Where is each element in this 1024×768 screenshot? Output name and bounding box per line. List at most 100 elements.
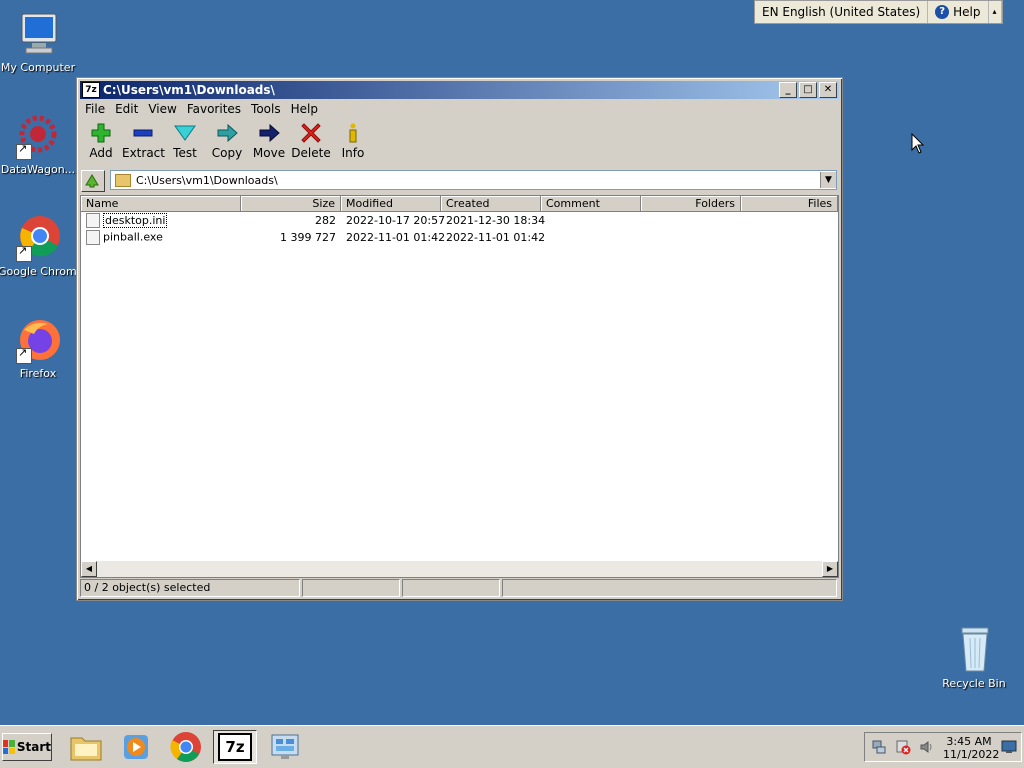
mouse-cursor-icon [911,133,925,154]
taskbar: Start 7z 3:45 AM 11/1/2022 [0,725,1024,768]
my-computer-icon [14,10,62,58]
maximize-button[interactable]: □ [799,82,817,98]
column-header-folders[interactable]: Folders [641,196,741,212]
shortcut-arrow-icon [16,142,32,160]
up-arrow-icon [85,174,99,188]
shortcut-arrow-icon [16,346,32,364]
desktop-icon-label: Google Chrome [0,265,84,278]
help-button[interactable]: ? Help [928,1,989,23]
folder-icon [70,737,102,761]
desktop-icon-datawagon[interactable]: DataWagon... [0,112,78,176]
file-size: 1 399 727 [280,231,336,244]
delete-icon [301,123,321,143]
test-button[interactable]: Test [164,120,206,164]
language-bar: EN English (United States) ? Help ▴ [754,0,1003,24]
column-header-created[interactable]: Created [441,196,541,212]
menu-help[interactable]: Help [286,100,323,118]
file-list[interactable]: Name Size Modified Created Comment Folde… [80,195,839,578]
help-label: Help [953,5,981,19]
add-icon [91,123,111,143]
chrome-icon [170,732,201,762]
minimize-button[interactable]: _ [779,82,797,98]
status-bar: 0 / 2 object(s) selected [80,579,837,597]
taskbar-file-explorer[interactable] [64,730,108,764]
copy-button[interactable]: Copy [206,120,248,164]
column-header-modified[interactable]: Modified [341,196,441,212]
test-label: Test [173,146,197,160]
move-label: Move [252,146,286,160]
shortcut-arrow-icon [16,244,32,262]
taskbar-chrome[interactable] [164,730,208,764]
menu-tools[interactable]: Tools [246,100,286,118]
desktop-icon-recycle-bin[interactable]: Recycle Bin [934,626,1014,690]
column-header-size[interactable]: Size [241,196,341,212]
toolbar: Add Extract Test Copy Move Delete Info [80,120,374,164]
clock-date: 11/1/2022 [943,748,1000,761]
extract-button[interactable]: Extract [122,120,165,164]
menu-favorites[interactable]: Favorites [182,100,246,118]
delete-label: Delete [291,146,331,160]
clock-time: 3:45 AM [946,735,992,748]
file-list-header: Name Size Modified Created Comment Folde… [81,196,838,212]
taskbar-7zip[interactable]: 7z [213,730,257,764]
info-button[interactable]: Info [332,120,374,164]
menu-edit[interactable]: Edit [110,100,143,118]
chevron-down-icon[interactable]: ▼ [820,172,836,188]
security-alert-icon[interactable] [895,739,911,755]
column-header-name[interactable]: Name [81,196,241,212]
up-folder-button[interactable] [81,170,105,192]
network-icon[interactable] [871,739,887,755]
delete-button[interactable]: Delete [290,120,332,164]
start-button[interactable]: Start [2,733,52,761]
chrome-icon [14,214,62,262]
desktop-icon-firefox[interactable]: Firefox [0,316,78,380]
media-player-icon [124,735,148,759]
desktop-icon-google-chrome[interactable]: Google Chrome [0,214,84,278]
7zip-file-manager-window: 7z C:\Users\vm1\Downloads\ _ □ ✕ File Ed… [76,77,843,601]
recycle-bin-icon [950,626,998,674]
file-name: desktop.ini [103,212,168,228]
7zip-app-icon: 7z [218,733,252,761]
desktop-icon-label: My Computer [0,61,76,74]
datawagon-icon [14,112,62,160]
show-desktop-icon[interactable] [1001,740,1017,754]
langbar-options-button[interactable]: ▴ [989,1,1002,23]
column-header-comment[interactable]: Comment [541,196,641,212]
start-label: Start [16,740,51,754]
desktop-icon-label: DataWagon... [0,163,76,176]
control-panel-icon [271,734,299,759]
address-input[interactable]: C:\Users\vm1\Downloads\ ▼ [110,170,837,190]
help-icon: ? [935,5,950,19]
ini-file-icon [86,213,100,228]
status-selection: 0 / 2 object(s) selected [80,579,300,597]
close-button[interactable]: ✕ [819,82,837,98]
windows-logo-icon [3,740,15,754]
scroll-left-icon[interactable]: ◀ [81,561,97,577]
clock[interactable]: 3:45 AM 11/1/2022 [943,735,1000,761]
desktop-icon-my-computer[interactable]: My Computer [0,10,78,74]
exe-file-icon [86,230,100,245]
info-label: Info [341,146,365,160]
file-row[interactable]: pinball.exe 1 399 727 2022-11-01 01:42 2… [81,229,838,246]
move-button[interactable]: Move [248,120,290,164]
file-created: 2021-12-30 18:34 [446,214,546,227]
desktop-icon-label: Firefox [19,367,57,380]
move-icon [259,123,280,143]
menu-view[interactable]: View [143,100,181,118]
add-button[interactable]: Add [80,120,122,164]
menu-file[interactable]: File [80,100,110,118]
column-header-files[interactable]: Files [741,196,838,212]
taskbar-control-panel[interactable] [263,730,307,764]
volume-icon[interactable] [919,739,935,755]
system-tray: 3:45 AM 11/1/2022 [864,732,1022,762]
file-size: 282 [315,214,336,227]
copy-label: Copy [211,146,243,160]
info-icon [349,123,357,143]
file-name: pinball.exe [103,230,163,244]
scroll-right-icon[interactable]: ▶ [822,561,838,577]
file-row[interactable]: desktop.ini 282 2022-10-17 20:57 2021-12… [81,212,838,229]
language-selector[interactable]: EN English (United States) [755,1,929,23]
taskbar-media-player[interactable] [114,730,158,764]
window-titlebar[interactable]: 7z C:\Users\vm1\Downloads\ _ □ ✕ [80,81,839,99]
horizontal-scrollbar[interactable]: ◀ ▶ [81,561,838,577]
